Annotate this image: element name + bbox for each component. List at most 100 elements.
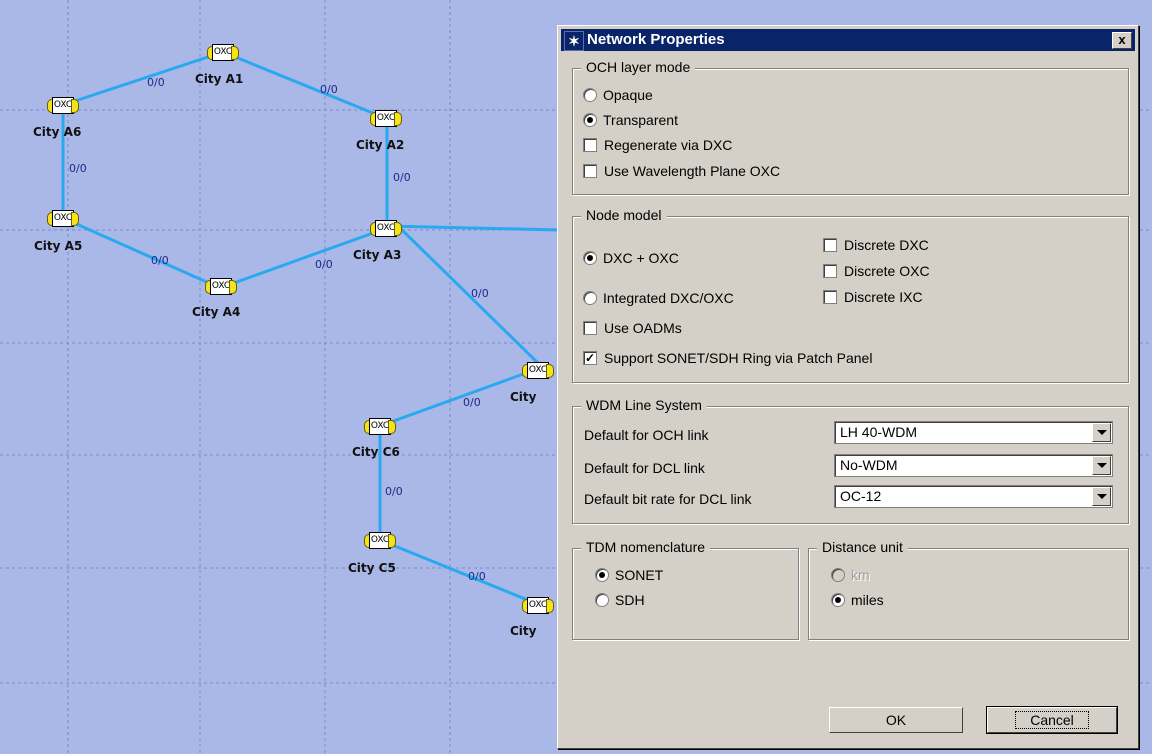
link-label: 0/0	[151, 254, 169, 267]
node-city-a3[interactable]: OXC	[370, 218, 402, 238]
sonet-ring-checkbox[interactable]: ✓ Support SONET/SDH Ring via Patch Panel	[583, 350, 872, 366]
tdm-nomenclature-group: TDM nomenclature SONET SDH	[572, 539, 799, 640]
checkbox-icon	[823, 264, 837, 278]
node-city-a6[interactable]: OXC	[47, 95, 79, 115]
checkbox-icon	[583, 321, 597, 335]
bit-rate-value: OC-12	[840, 488, 882, 504]
node-model-legend: Node model	[581, 207, 667, 223]
node-city-a2[interactable]: OXC	[370, 108, 402, 128]
dcl-link-select[interactable]: No-WDM	[834, 454, 1113, 477]
link-label: 0/0	[147, 76, 165, 89]
link-a5-a4	[62, 216, 221, 290]
dcl-link-label: Default for DCL link	[584, 460, 705, 476]
och-link-label: Default for OCH link	[584, 427, 709, 443]
radio-icon	[583, 291, 597, 305]
dropdown-arrow-icon[interactable]	[1092, 456, 1111, 475]
link-label: 0/0	[468, 570, 486, 583]
checkbox-icon	[823, 238, 837, 252]
radio-selected-icon	[831, 593, 845, 607]
och-layer-mode-group: OCH layer mode Opaque Transparent Regene…	[572, 59, 1129, 195]
radio-selected-icon	[583, 251, 597, 265]
distance-legend: Distance unit	[817, 539, 908, 555]
wdm-line-system-group: WDM Line System Default for OCH link LH …	[572, 397, 1129, 524]
dxc-oxc-label: DXC + OXC	[603, 250, 679, 266]
dropdown-arrow-icon[interactable]	[1092, 423, 1111, 442]
dxc-oxc-radio[interactable]: DXC + OXC	[583, 250, 679, 266]
distance-unit-group: Distance unit km miles	[808, 539, 1129, 640]
node-city-b[interactable]: OXC	[522, 360, 554, 380]
opaque-radio[interactable]: Opaque	[583, 87, 653, 103]
miles-label: miles	[851, 592, 884, 608]
node-label: City C5	[348, 561, 396, 575]
node-city-a5[interactable]: OXC	[47, 208, 79, 228]
regenerate-via-dxc-checkbox[interactable]: Regenerate via DXC	[583, 137, 732, 153]
discrete-oxc-label: Discrete OXC	[844, 263, 930, 279]
opaque-label: Opaque	[603, 87, 653, 103]
och-link-select[interactable]: LH 40-WDM	[834, 421, 1113, 444]
cancel-label: Cancel	[1015, 711, 1089, 729]
radio-disabled-icon	[831, 568, 845, 582]
sdh-label: SDH	[615, 592, 645, 608]
node-city-a4[interactable]: OXC	[205, 276, 237, 296]
node-label: City	[510, 390, 537, 404]
cancel-button[interactable]: Cancel	[986, 706, 1118, 734]
ok-button[interactable]: OK	[829, 707, 963, 733]
tdm-legend: TDM nomenclature	[581, 539, 711, 555]
node-city-c6[interactable]: OXC	[364, 416, 396, 436]
node-city-a1[interactable]: OXC	[207, 42, 239, 62]
node-label: City C6	[352, 445, 400, 459]
dialog-title: Network Properties	[587, 31, 725, 48]
network-star-icon: ✶	[564, 31, 584, 51]
link-a3-b	[398, 226, 542, 367]
radio-selected-icon	[595, 568, 609, 582]
wavelength-plane-checkbox[interactable]: Use Wavelength Plane OXC	[583, 163, 780, 179]
node-label: City	[510, 624, 537, 638]
link-a1-a2	[222, 50, 386, 120]
checkbox-checked-icon: ✓	[583, 351, 597, 365]
node-label: City A5	[34, 239, 83, 253]
sonet-label: SONET	[615, 567, 664, 583]
link-label: 0/0	[393, 171, 411, 184]
dropdown-arrow-icon[interactable]	[1092, 487, 1111, 506]
transparent-radio[interactable]: Transparent	[583, 112, 678, 128]
dialog-titlebar[interactable]: ✶ Network Properties x	[561, 29, 1135, 51]
link-c5-c	[379, 538, 541, 607]
miles-radio[interactable]: miles	[831, 592, 884, 608]
transparent-label: Transparent	[603, 112, 678, 128]
km-label: km	[851, 567, 870, 583]
discrete-oxc-checkbox[interactable]: Discrete OXC	[823, 263, 930, 279]
sdh-radio[interactable]: SDH	[595, 592, 645, 608]
km-radio[interactable]: km	[831, 567, 870, 583]
node-city-c[interactable]: OXC	[522, 595, 554, 615]
wdm-legend: WDM Line System	[581, 397, 707, 413]
radio-icon	[595, 593, 609, 607]
node-model-group: Node model DXC + OXC Integrated DXC/OXC …	[572, 207, 1129, 383]
link-label: 0/0	[463, 396, 481, 409]
och-layer-mode-legend: OCH layer mode	[581, 59, 696, 75]
sonet-ring-label: Support SONET/SDH Ring via Patch Panel	[604, 350, 873, 366]
link-a3-east	[386, 224, 561, 232]
close-button[interactable]: x	[1112, 32, 1132, 49]
network-properties-dialog: ✶ Network Properties x OCH layer mode Op…	[557, 25, 1139, 749]
bit-rate-label: Default bit rate for DCL link	[584, 491, 752, 507]
radio-selected-icon	[583, 113, 597, 127]
discrete-dxc-checkbox[interactable]: Discrete DXC	[823, 237, 929, 253]
link-label: 0/0	[320, 83, 338, 96]
use-oadms-label: Use OADMs	[604, 320, 682, 336]
bit-rate-select[interactable]: OC-12	[834, 485, 1113, 508]
regenerate-label: Regenerate via DXC	[604, 137, 733, 153]
integrated-radio[interactable]: Integrated DXC/OXC	[583, 290, 734, 306]
use-oadms-checkbox[interactable]: Use OADMs	[583, 320, 682, 336]
node-label: City A3	[353, 248, 402, 262]
node-label: City A1	[195, 72, 244, 86]
radio-icon	[583, 88, 597, 102]
node-label: City A6	[33, 125, 82, 139]
node-label: City A4	[192, 305, 241, 319]
sonet-radio[interactable]: SONET	[595, 567, 663, 583]
discrete-ixc-label: Discrete IXC	[844, 289, 923, 305]
link-label: 0/0	[315, 258, 333, 271]
links	[61, 50, 561, 607]
och-link-value: LH 40-WDM	[840, 424, 918, 440]
node-city-c5[interactable]: OXC	[364, 530, 396, 550]
discrete-ixc-checkbox[interactable]: Discrete IXC	[823, 289, 923, 305]
